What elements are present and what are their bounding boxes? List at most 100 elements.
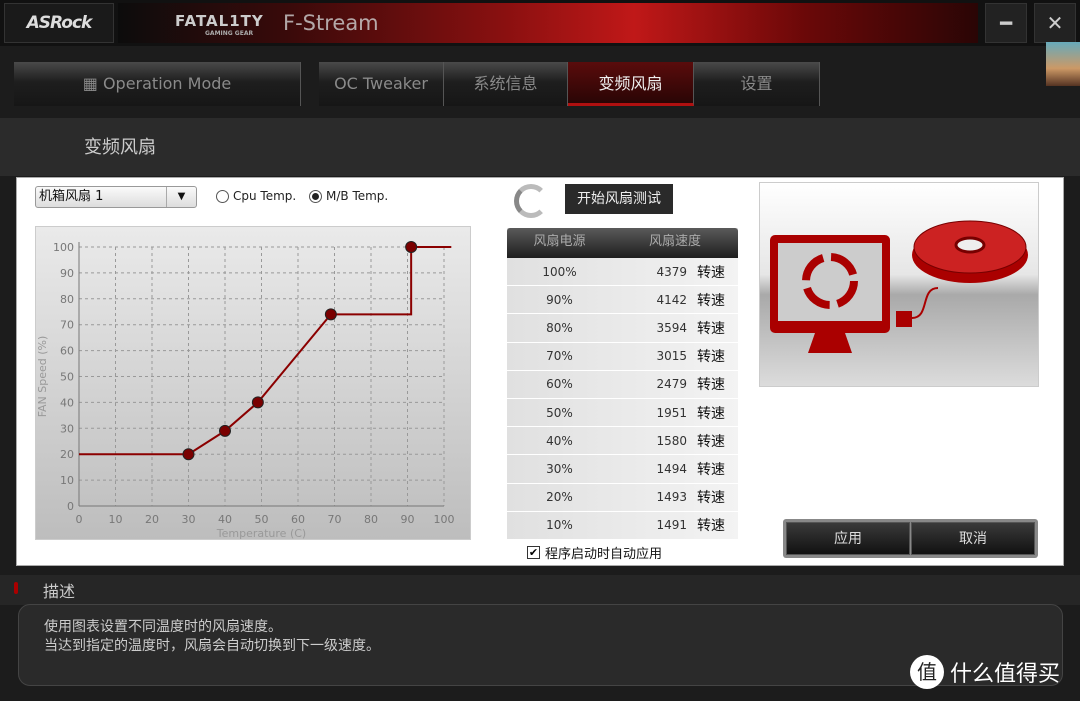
pc-fan-illustration bbox=[759, 182, 1039, 387]
x-tick-label: 10 bbox=[109, 513, 123, 526]
page-title: 变频风扇 bbox=[84, 137, 156, 158]
led-icon bbox=[14, 582, 18, 594]
x-tick-label: 20 bbox=[145, 513, 159, 526]
fan-power: 20% bbox=[546, 490, 573, 505]
rpm-unit: 转速 bbox=[697, 377, 725, 394]
x-tick-label: 0 bbox=[76, 513, 83, 526]
description-title: 描述 bbox=[43, 582, 76, 601]
fatality-logo: FATAL1TY bbox=[175, 12, 264, 30]
curve-control-point[interactable] bbox=[219, 424, 231, 437]
table-row: 40% 1580 转速 bbox=[507, 427, 738, 456]
fan-speed: 1493 bbox=[656, 490, 687, 505]
rpm-unit: 转速 bbox=[697, 292, 725, 309]
radio-cpu-temp[interactable]: Cpu Temp. bbox=[216, 189, 296, 203]
y-axis-label: FAN Speed (%) bbox=[36, 336, 49, 418]
page-header bbox=[0, 118, 1080, 176]
curve-control-point[interactable] bbox=[324, 308, 337, 321]
chevron-down-icon: ▼ bbox=[166, 187, 196, 207]
x-tick-label: 80 bbox=[364, 513, 378, 526]
fan-speed: 1580 bbox=[656, 433, 687, 448]
fan-speed: 3594 bbox=[656, 320, 687, 335]
x-axis-label: Temperature (C) bbox=[216, 527, 306, 540]
table-header: 风扇电源 风扇速度 bbox=[507, 228, 738, 258]
x-tick-label: 100 bbox=[434, 513, 455, 526]
table-row: 60% 2479 转速 bbox=[507, 370, 738, 399]
y-tick-label: 50 bbox=[60, 371, 74, 384]
fatality-sub: GAMING GEAR bbox=[205, 30, 254, 37]
table-row: 50% 1951 转速 bbox=[507, 398, 738, 428]
fan-curve-svg[interactable]: 0 10 20 30 40 50 60 70 80 90 100 0 10 20 30 40 50 60 70 80 9… bbox=[36, 227, 472, 541]
radio-mb-temp[interactable]: M/B Temp. bbox=[309, 189, 388, 203]
fan-power: 10% bbox=[546, 518, 573, 533]
close-button[interactable]: ✕ bbox=[1034, 3, 1076, 43]
description-line: 当达到指定的温度时，风扇会自动切换到下一级速度。 bbox=[44, 638, 380, 654]
fan-spin-icon bbox=[514, 184, 548, 218]
description-header bbox=[0, 575, 1080, 605]
fan-select[interactable]: 机箱风扇 1 ▼ bbox=[35, 186, 197, 208]
minimize-button[interactable]: ━ bbox=[985, 3, 1027, 43]
radio-icon bbox=[216, 189, 229, 203]
watermark-logo-icon: 值 bbox=[910, 655, 944, 689]
apply-button[interactable]: 应用 bbox=[786, 522, 910, 555]
fan-test-button[interactable]: 开始风扇测试 bbox=[565, 184, 673, 214]
y-tick-label: 20 bbox=[60, 448, 74, 461]
watermark: 值什么值得买 bbox=[910, 655, 1060, 689]
rpm-unit: 转速 bbox=[697, 461, 725, 478]
y-tick-label: 80 bbox=[60, 293, 74, 306]
rpm-unit: 转速 bbox=[697, 405, 725, 422]
rpm-unit: 转速 bbox=[697, 490, 725, 507]
tab-system-info[interactable]: 系统信息 bbox=[444, 62, 568, 106]
x-tick-label: 90 bbox=[401, 513, 415, 526]
tab-settings[interactable]: 设置 bbox=[694, 62, 820, 106]
fan-speed: 1951 bbox=[656, 405, 687, 420]
curve-control-point[interactable] bbox=[405, 241, 418, 253]
y-tick-label: 100 bbox=[53, 241, 74, 254]
y-tick-label: 70 bbox=[60, 319, 74, 332]
fan-speed: 1491 bbox=[656, 518, 687, 533]
fan-power: 50% bbox=[546, 405, 573, 420]
x-tick-label: 30 bbox=[182, 513, 196, 526]
y-tick-label: 60 bbox=[60, 345, 74, 358]
tab-operation-mode[interactable]: ▦ Operation Mode bbox=[14, 62, 301, 106]
table-row: 10% 1491 转速 bbox=[507, 511, 738, 540]
y-tick-label: 30 bbox=[60, 422, 74, 435]
table-row: 20% 1493 转速 bbox=[507, 483, 738, 512]
checkmark-icon: ✔ bbox=[527, 546, 540, 559]
auto-apply-checkbox[interactable]: ✔ 程序启动时自动应用 bbox=[527, 543, 662, 562]
table-row: 70% 3015 转速 bbox=[507, 342, 738, 371]
cancel-button[interactable]: 取消 bbox=[911, 522, 1035, 555]
table-row: 30% 1494 转速 bbox=[507, 455, 738, 484]
app-title: F-Stream bbox=[283, 11, 379, 35]
y-tick-label: 90 bbox=[60, 267, 74, 280]
avatar bbox=[1046, 42, 1080, 86]
x-tick-label: 70 bbox=[328, 513, 342, 526]
radio-selected-icon bbox=[309, 189, 322, 203]
fan-speed: 4142 bbox=[656, 292, 687, 307]
description-line: 使用图表设置不同温度时的风扇速度。 bbox=[44, 619, 282, 635]
table-row: 90% 4142 转速 bbox=[507, 286, 738, 315]
y-tick-label: 40 bbox=[60, 396, 74, 409]
x-tick-label: 60 bbox=[291, 513, 305, 526]
fan-power: 80% bbox=[546, 320, 573, 335]
close-icon: ✕ bbox=[1046, 11, 1064, 35]
fan-power: 70% bbox=[546, 349, 573, 364]
fan-speed: 1494 bbox=[656, 461, 687, 476]
tab-oc-tweaker[interactable]: OC Tweaker bbox=[319, 62, 444, 106]
fan-power: 100% bbox=[542, 264, 577, 279]
y-tick-label: 0 bbox=[67, 500, 74, 513]
fan-speed: 4379 bbox=[656, 264, 687, 279]
minimize-icon: ━ bbox=[999, 11, 1013, 35]
tab-fan[interactable]: 变频风扇 bbox=[568, 62, 694, 106]
fan-speed: 2479 bbox=[656, 377, 687, 392]
rpm-unit: 转速 bbox=[697, 264, 725, 281]
fan-speed-table: 风扇电源 风扇速度 100% 4379 转速 90% 4142 转速 80% 3594 转速 70… bbox=[507, 228, 738, 540]
fan-curve-chart[interactable]: 0 10 20 30 40 50 60 70 80 90 100 0 10 20 30 40 50 60 70 80 9… bbox=[35, 226, 471, 540]
grid-icon: ▦ bbox=[82, 74, 103, 93]
table-row: 80% 3594 转速 bbox=[507, 314, 738, 343]
curve-control-point[interactable] bbox=[251, 396, 264, 409]
curve-control-point[interactable] bbox=[182, 448, 195, 461]
x-tick-label: 50 bbox=[255, 513, 269, 526]
rpm-unit: 转速 bbox=[697, 349, 725, 366]
table-row: 100% 4379 转速 bbox=[507, 258, 738, 287]
fan-power: 60% bbox=[546, 377, 573, 392]
